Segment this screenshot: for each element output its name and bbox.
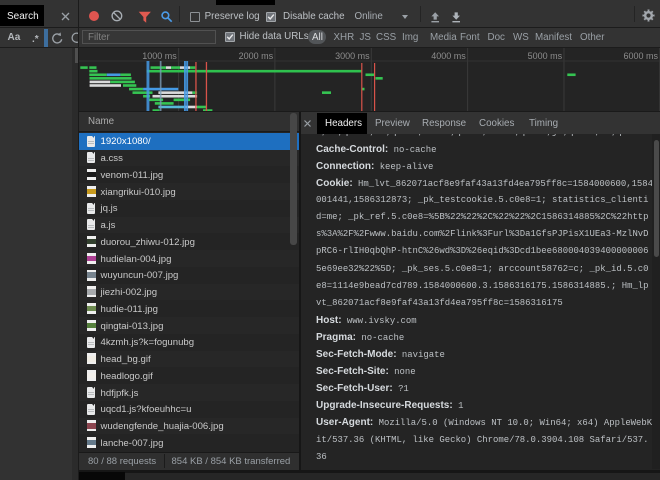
svg-text:4000 ms: 4000 ms xyxy=(431,51,466,61)
svg-text:2000 ms: 2000 ms xyxy=(239,51,274,61)
svg-text:6000 ms: 6000 ms xyxy=(623,51,658,61)
svg-text:5000 ms: 5000 ms xyxy=(528,51,563,61)
svg-text:3000 ms: 3000 ms xyxy=(335,51,370,61)
svg-text:1000 ms: 1000 ms xyxy=(142,51,177,61)
